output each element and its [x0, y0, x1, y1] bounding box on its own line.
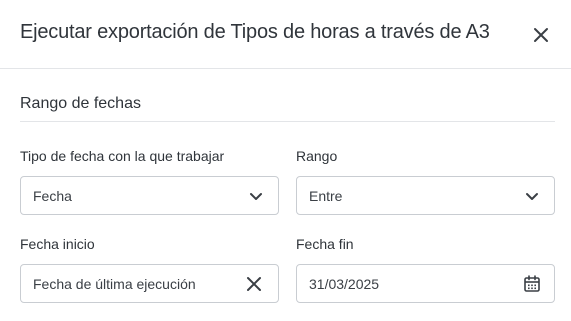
section-divider: [20, 121, 555, 122]
start-date-value: Fecha de última ejecución: [33, 276, 196, 292]
dialog-header: Ejecutar exportación de Tipos de horas a…: [0, 0, 571, 69]
range-label: Rango: [296, 148, 338, 164]
date-type-value: Fecha: [33, 188, 72, 204]
chevron-down-icon: [526, 193, 538, 200]
date-type-select[interactable]: Fecha: [20, 176, 279, 215]
clear-icon[interactable]: [244, 274, 264, 294]
range-value: Entre: [309, 188, 343, 204]
end-date-field[interactable]: 31/03/2025: [296, 264, 555, 303]
end-date-label: Fecha fin: [296, 236, 354, 252]
close-button[interactable]: [530, 24, 552, 46]
end-date-value: 31/03/2025: [309, 276, 380, 292]
range-select[interactable]: Entre: [296, 176, 555, 215]
start-date-field[interactable]: Fecha de última ejecución: [20, 264, 279, 303]
export-dialog: Ejecutar exportación de Tipos de horas a…: [0, 0, 571, 321]
calendar-icon[interactable]: [522, 274, 542, 294]
chevron-down-icon: [250, 193, 262, 200]
start-date-label: Fecha inicio: [20, 236, 95, 252]
section-title: Rango de fechas: [20, 95, 141, 112]
close-icon: [534, 28, 548, 42]
dialog-title: Ejecutar exportación de Tipos de horas a…: [20, 21, 490, 43]
date-type-label: Tipo de fecha con la que trabajar: [20, 148, 225, 164]
